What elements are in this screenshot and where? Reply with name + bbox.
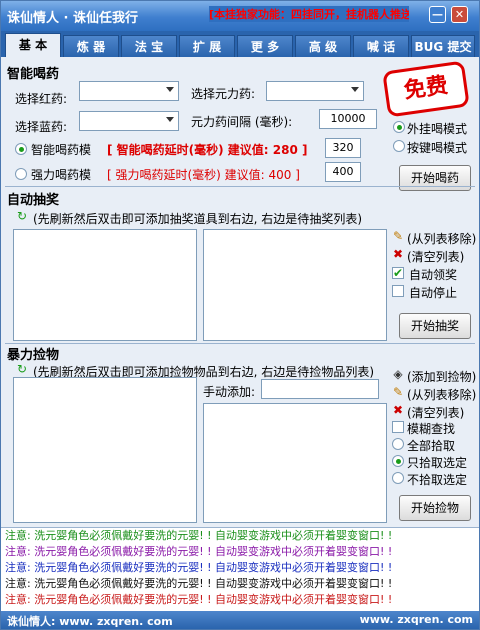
- status-bar: 诛仙情人: www. zxqren. com www. zxqren. com: [1, 611, 479, 629]
- chevron-down-icon: [166, 87, 174, 92]
- marquee-text: [本挂独家功能：四挂同开，挂机器人推送！!]: [209, 6, 409, 22]
- force-pickup-title: 暴力捡物: [7, 348, 60, 363]
- smart-potion-title: 智能喝药: [7, 67, 60, 82]
- pickup-remove-label[interactable]: (从列表移除): [407, 386, 476, 403]
- note-line: 注意: 洗元婴角色必须佩戴好要洗的元婴! ! 自动婴变游戏中必须开着婴变窗口! …: [5, 577, 393, 590]
- refresh-icon[interactable]: ↻: [15, 362, 29, 376]
- free-badge: 免费: [382, 60, 470, 118]
- tab-artifact[interactable]: 法 宝: [121, 35, 177, 57]
- pickup-selected-label: 只拾取选定: [407, 456, 468, 470]
- start-pickup-button[interactable]: 开始捡物: [399, 495, 471, 521]
- divider: [5, 186, 475, 187]
- pickup-target-list[interactable]: [203, 403, 387, 523]
- title-bar[interactable]: 诛仙情人 · 诛仙任我行 [本挂独家功能：四挂同开，挂机器人推送！!] — ✕: [1, 1, 479, 31]
- lottery-remove-label[interactable]: (从列表移除): [407, 230, 476, 247]
- lottery-clear-label[interactable]: (清空列表): [407, 248, 464, 265]
- start-lottery-button[interactable]: 开始抽奖: [399, 313, 471, 339]
- pickup-selected-radio[interactable]: [392, 455, 404, 467]
- tab-advanced[interactable]: 高 级: [295, 35, 351, 57]
- auto-stop-checkbox[interactable]: [392, 285, 404, 297]
- yuanli-potion-label: 选择元力药:: [191, 87, 256, 101]
- fuzzy-search-checkbox[interactable]: [392, 421, 404, 433]
- force-mode-radio[interactable]: [15, 168, 27, 180]
- force-delay-input[interactable]: 400: [325, 162, 361, 182]
- force-mode-hint: [ 强力喝药延时(毫秒) 建议值: 400 ]: [107, 168, 300, 182]
- auto-lottery-hint: (先刷新然后双击即可添加抽奖道具到右边, 右边是待抽奖列表): [33, 212, 362, 226]
- tab-shout[interactable]: 喊 话: [353, 35, 409, 57]
- ext-mode-label: 外挂喝模式: [407, 122, 468, 136]
- auto-claim-checkbox[interactable]: ✔: [392, 267, 404, 279]
- tab-basic[interactable]: 基 本: [5, 33, 61, 57]
- window-title: 诛仙情人 · 诛仙任我行: [7, 11, 138, 26]
- chevron-down-icon: [166, 117, 174, 122]
- note-line: 注意: 洗元婴角色必须佩戴好要洗的元婴! ! 自动婴变游戏中必须开着婴变窗口! …: [5, 545, 393, 558]
- auto-stop-label: 自动停止: [409, 286, 458, 300]
- smart-delay-input[interactable]: 320: [325, 138, 361, 158]
- manual-add-label: 手动添加:: [203, 385, 256, 399]
- pickup-all-label: 全部拾取: [407, 439, 456, 453]
- pickup-source-list[interactable]: [13, 377, 197, 523]
- add-icon: ◈: [393, 367, 403, 381]
- minimize-button[interactable]: —: [429, 6, 446, 23]
- ext-mode-radio[interactable]: [393, 121, 405, 133]
- status-right: www. zxqren. com: [359, 613, 473, 626]
- red-potion-label: 选择红药:: [15, 92, 68, 106]
- pickup-add-label[interactable]: (添加到捡物): [407, 368, 476, 385]
- refresh-icon[interactable]: ↻: [15, 209, 29, 223]
- smart-mode-radio[interactable]: [15, 143, 27, 155]
- blue-potion-label: 选择蓝药:: [15, 120, 68, 134]
- manual-add-input[interactable]: [261, 379, 379, 399]
- blue-potion-select[interactable]: [79, 111, 179, 131]
- lottery-source-list[interactable]: [13, 229, 197, 341]
- clear-icon: ✖: [392, 403, 404, 417]
- pencil-icon: ✎: [392, 385, 404, 399]
- yuanli-interval-input[interactable]: 10000: [319, 109, 377, 129]
- start-potion-button[interactable]: 开始喝药: [399, 165, 471, 191]
- force-mode-label: 强力喝药模: [31, 168, 92, 182]
- smart-mode-hint: [ 智能喝药延时(毫秒) 建议值: 280 ]: [107, 143, 308, 157]
- divider: [5, 343, 475, 344]
- chevron-down-icon: [351, 87, 359, 92]
- notes-log[interactable]: 注意: 洗元婴角色必须佩戴好要洗的元婴! ! 自动婴变游戏中必须开着婴变窗口! …: [1, 527, 479, 611]
- auto-claim-label: 自动领奖: [409, 268, 458, 282]
- tab-more[interactable]: 更 多: [237, 35, 293, 57]
- pickup-all-radio[interactable]: [392, 438, 404, 450]
- lottery-target-list[interactable]: [203, 229, 387, 341]
- status-left: 诛仙情人: www. zxqren. com: [7, 615, 173, 628]
- key-mode-radio[interactable]: [393, 140, 405, 152]
- fuzzy-search-label: 模糊查找: [407, 422, 456, 436]
- smart-mode-label: 智能喝药模: [31, 143, 92, 157]
- clear-icon: ✖: [392, 247, 404, 261]
- pickup-not-selected-radio[interactable]: [392, 472, 404, 484]
- key-mode-label: 按键喝模式: [407, 141, 468, 155]
- auto-lottery-title: 自动抽奖: [7, 193, 60, 208]
- note-line: 注意: 洗元婴角色必须佩戴好要洗的元婴! ! 自动婴变游戏中必须开着婴变窗口! …: [5, 561, 393, 574]
- pickup-clear-label[interactable]: (清空列表): [407, 404, 464, 421]
- pickup-not-selected-label: 不拾取选定: [407, 473, 468, 487]
- tab-extend[interactable]: 扩 展: [179, 35, 235, 57]
- app-window: 诛仙情人 · 诛仙任我行 [本挂独家功能：四挂同开，挂机器人推送！!] — ✕ …: [0, 0, 480, 630]
- red-potion-select[interactable]: [79, 81, 179, 101]
- pencil-icon: ✎: [392, 229, 404, 243]
- close-button[interactable]: ✕: [451, 6, 468, 23]
- tab-refine[interactable]: 炼 器: [63, 35, 119, 57]
- note-line: 注意: 洗元婴角色必须佩戴好要洗的元婴! ! 自动婴变游戏中必须开着婴变窗口! …: [5, 593, 393, 606]
- yuanli-interval-label: 元力药间隔 (毫秒):: [191, 115, 293, 129]
- note-line: 注意: 洗元婴角色必须佩戴好要洗的元婴! ! 自动婴变游戏中必须开着婴变窗口! …: [5, 529, 393, 542]
- yuanli-potion-select[interactable]: [266, 81, 364, 101]
- tab-bug-report[interactable]: BUG 提交: [411, 35, 475, 57]
- tab-bar: 基 本 炼 器 法 宝 扩 展 更 多 高 级 喊 话 BUG 提交: [1, 31, 479, 57]
